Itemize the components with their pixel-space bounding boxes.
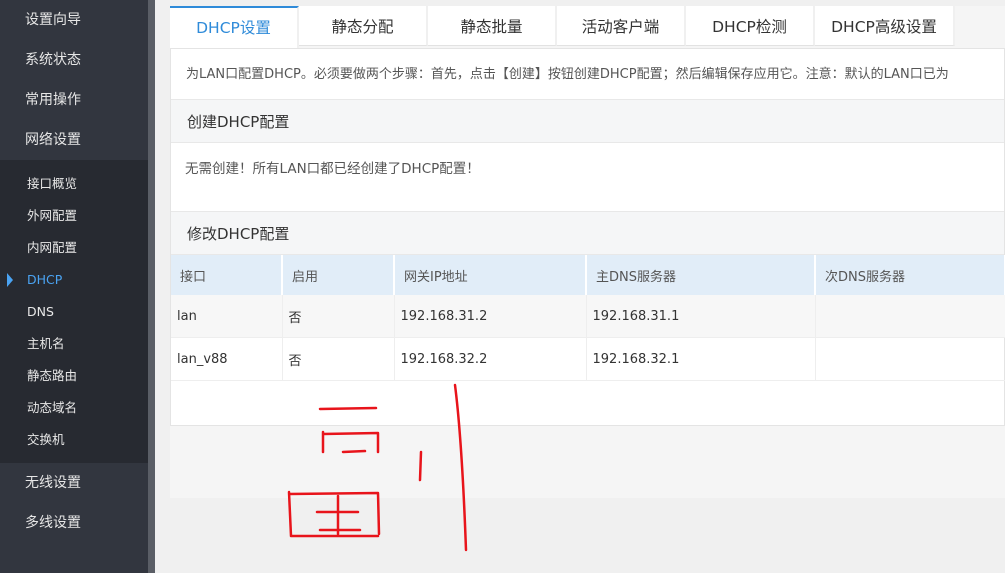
cell-enabled: 否 [282, 337, 395, 381]
sidebar-item-switch[interactable]: 交换机 [0, 424, 148, 456]
tab-dhcp-advanced[interactable]: DHCP高级设置 [815, 6, 955, 46]
cell-gateway-ip: 192.168.31.2 [394, 295, 587, 338]
sidebar-item-hostname[interactable]: 主机名 [0, 328, 148, 360]
dhcp-settings-card: 为LAN口配置DHCP。必须要做两个步骤：首先，点击【创建】按钮创建DHCP配置… [170, 48, 1005, 426]
sidebar-scrollbar[interactable] [148, 0, 155, 573]
sidebar-submenu-network: 接口概览 外网配置 内网配置 DHCP DNS 主机名 静态路由 动态域名 交换… [0, 160, 148, 463]
table-header-row: 接口 启用 网关IP地址 主DNS服务器 次DNS服务器 [171, 255, 1005, 295]
tab-active-clients[interactable]: 活动客户端 [557, 6, 686, 46]
cell-secondary-dns [815, 337, 1005, 381]
sidebar-item-multiline-settings[interactable]: 多线设置 [0, 503, 148, 543]
sidebar-item-wan-config[interactable]: 外网配置 [0, 200, 148, 232]
sidebar-item-system-status[interactable]: 系统状态 [0, 40, 148, 80]
create-section-title: 创建DHCP配置 [171, 99, 1004, 143]
cell-secondary-dns [815, 295, 1005, 338]
tab-static-assignment[interactable]: 静态分配 [299, 6, 428, 46]
sidebar-item-setup-wizard[interactable]: 设置向导 [0, 0, 148, 40]
cell-enabled: 否 [282, 295, 395, 338]
column-header-primary-dns[interactable]: 主DNS服务器 [586, 255, 816, 295]
sidebar-nav: 设置向导 系统状态 常用操作 网络设置 接口概览 外网配置 内网配置 DHCP … [0, 0, 148, 573]
column-header-enabled[interactable]: 启用 [282, 255, 395, 295]
sidebar-item-dns[interactable]: DNS [0, 296, 148, 328]
main-panel: DHCP设置 静态分配 静态批量 活动客户端 DHCP检测 DHCP高级设置 为… [170, 6, 1005, 498]
column-header-gateway-ip[interactable]: 网关IP地址 [394, 255, 587, 295]
dhcp-config-table: 接口 启用 网关IP地址 主DNS服务器 次DNS服务器 lan 否 192.1… [171, 255, 1005, 381]
sidebar-item-wireless-settings[interactable]: 无线设置 [0, 463, 148, 503]
cell-gateway-ip: 192.168.32.2 [394, 337, 587, 381]
column-header-interface[interactable]: 接口 [171, 255, 283, 295]
sidebar-item-common-operations[interactable]: 常用操作 [0, 80, 148, 120]
sidebar-item-lan-config[interactable]: 内网配置 [0, 232, 148, 264]
cell-interface: lan [171, 295, 283, 338]
sidebar-item-dhcp[interactable]: DHCP [0, 264, 148, 296]
sidebar-item-static-routes[interactable]: 静态路由 [0, 360, 148, 392]
create-section-message: 无需创建！所有LAN口都已经创建了DHCP配置！ [185, 161, 480, 177]
tab-static-batch[interactable]: 静态批量 [428, 6, 557, 46]
sidebar-item-network-settings[interactable]: 网络设置 [0, 120, 148, 160]
intro-text: 为LAN口配置DHCP。必须要做两个步骤：首先，点击【创建】按钮创建DHCP配置… [186, 67, 949, 82]
sidebar-item-interface-overview[interactable]: 接口概览 [0, 168, 148, 200]
column-header-secondary-dns[interactable]: 次DNS服务器 [815, 255, 1005, 295]
table-row[interactable]: lan 否 192.168.31.2 192.168.31.1 [171, 295, 1005, 338]
tab-bar: DHCP设置 静态分配 静态批量 活动客户端 DHCP检测 DHCP高级设置 [170, 6, 1005, 48]
cell-interface: lan_v88 [171, 337, 283, 381]
cell-primary-dns: 192.168.32.1 [586, 337, 816, 381]
table-row[interactable]: lan_v88 否 192.168.32.2 192.168.32.1 [171, 337, 1005, 381]
tab-dhcp-settings[interactable]: DHCP设置 [170, 6, 299, 48]
sidebar-item-ddns[interactable]: 动态域名 [0, 392, 148, 424]
cell-primary-dns: 192.168.31.1 [586, 295, 816, 338]
modify-section-title: 修改DHCP配置 [171, 211, 1004, 255]
tab-dhcp-detection[interactable]: DHCP检测 [686, 6, 815, 46]
